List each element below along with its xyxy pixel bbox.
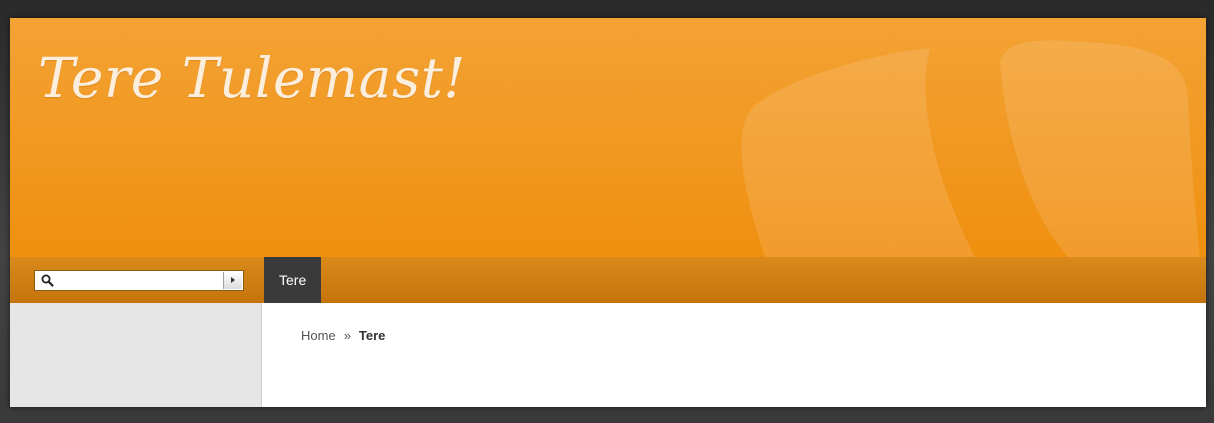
left-sidebar — [10, 303, 262, 407]
main-navbar: Tere — [10, 257, 1206, 303]
breadcrumb-separator: » — [343, 328, 351, 343]
breadcrumb: Home » Tere — [301, 328, 385, 343]
search-input[interactable] — [57, 272, 211, 289]
search-submit-button[interactable] — [223, 272, 242, 289]
page-background: Tere Tulemast! Tere Home » Tere — [0, 0, 1214, 423]
breadcrumb-home-link[interactable]: Home — [301, 328, 336, 343]
tab-tere[interactable]: Tere — [264, 257, 322, 303]
breadcrumb-current: Tere — [358, 328, 386, 343]
page-frame: Tere Tulemast! Tere Home » Tere — [10, 18, 1206, 407]
search-icon — [41, 274, 54, 287]
header-banner: Tere Tulemast! — [10, 18, 1206, 257]
site-title: Tere Tulemast! — [38, 46, 466, 110]
main-content: Home » Tere — [262, 303, 1206, 407]
search-box — [34, 270, 244, 291]
